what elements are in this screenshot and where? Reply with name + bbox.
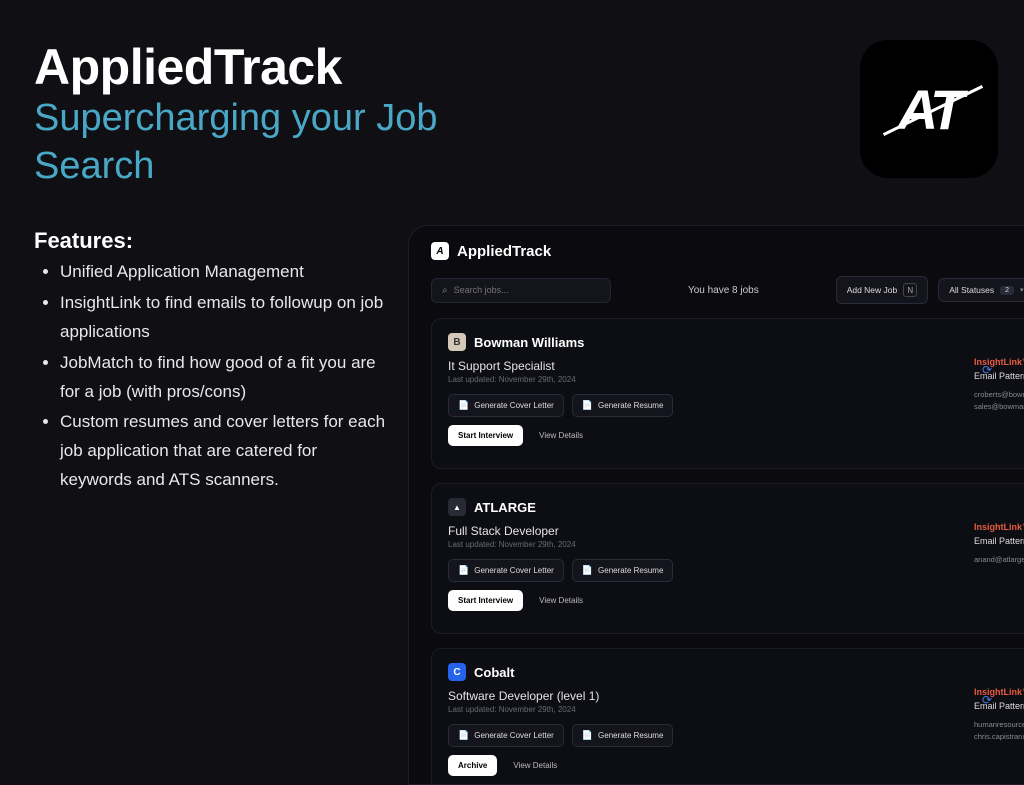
insight-email: croberts@bowmanwilliams. <box>974 389 1024 401</box>
job-updated: Last updated: November 29th, 2024 <box>448 375 1024 384</box>
job-title: Full Stack Developer <box>448 524 1024 538</box>
company-logo-icon: C <box>448 663 466 681</box>
job-card: ⚡ Ne ▲ ATLARGE Full Stack Developer Last… <box>431 483 1024 634</box>
logo-at-icon: AT <box>898 77 961 142</box>
document-icon: 📄 <box>582 730 593 741</box>
document-icon: 📄 <box>582 565 593 576</box>
search-icon: ⌕ <box>442 285 448 296</box>
generate-cover-letter-button[interactable]: 📄Generate Cover Letter <box>448 724 564 747</box>
brand-logo: AT <box>860 40 998 178</box>
add-new-job-button[interactable]: Add New Job N <box>836 276 929 304</box>
insightlink-block: InsightLink™ Email Pattern anand@atlarge… <box>974 522 1024 566</box>
insight-email: humanresources@cobalt.n <box>974 719 1024 731</box>
features-heading: Features: <box>34 228 133 254</box>
app-header: A AppliedTrack ⚡ Power <box>409 226 1024 276</box>
generate-resume-button[interactable]: 📄Generate Resume <box>572 394 674 417</box>
features-list: Unified Application Management InsightLi… <box>60 258 390 497</box>
document-icon: 📄 <box>458 565 469 576</box>
company-name: ATLARGE <box>474 500 536 515</box>
search-box[interactable]: ⌕ <box>431 278 611 303</box>
generate-cover-letter-button[interactable]: 📄Generate Cover Letter <box>448 559 564 582</box>
add-job-label: Add New Job <box>847 285 898 295</box>
search-input[interactable] <box>454 285 600 295</box>
company-logo-icon: ▲ <box>448 498 466 516</box>
status-filter-label: All Statuses <box>949 285 994 295</box>
chevron-down-icon: ▾ <box>1020 286 1024 294</box>
insight-email: sales@bowmanwilliams.co <box>974 401 1024 413</box>
email-pattern-label: Email Pattern <box>974 536 1024 546</box>
job-card: ⚡ C Cobalt Software Developer (level 1) … <box>431 648 1024 785</box>
document-icon: 📄 <box>458 400 469 411</box>
view-details-button[interactable]: View Details <box>531 590 591 611</box>
status-count: 2 <box>1000 286 1014 295</box>
insightlink-block: InsightLink™ Email Pattern croberts@bowm… <box>974 357 1024 413</box>
email-pattern-label: Email Pattern <box>974 371 1024 381</box>
job-title: Software Developer (level 1) <box>448 689 1024 703</box>
job-title: It Support Specialist <box>448 359 1024 373</box>
generate-cover-letter-button[interactable]: 📄Generate Cover Letter <box>448 394 564 417</box>
company-logo-icon: B <box>448 333 466 351</box>
insightlink-title: InsightLink™ <box>974 357 1024 367</box>
app-brand-name: AppliedTrack <box>457 243 551 260</box>
app-brand-icon: A <box>431 242 449 260</box>
document-icon: 📄 <box>458 730 469 741</box>
generate-resume-button[interactable]: 📄Generate Resume <box>572 724 674 747</box>
status-filter-dropdown[interactable]: All Statuses 2 ▾ <box>938 278 1024 302</box>
insightlink-block: InsightLink™ Email Pattern humanresource… <box>974 687 1024 743</box>
hero-subtitle: Supercharging your Job Search <box>34 95 514 190</box>
company-name: Cobalt <box>474 665 514 680</box>
job-count: You have 8 jobs <box>688 285 759 296</box>
feature-item: Custom resumes and cover letters for eac… <box>60 408 390 495</box>
hero-title: AppliedTrack <box>34 38 342 96</box>
app-brand: A AppliedTrack <box>431 242 551 260</box>
document-icon: 📄 <box>582 400 593 411</box>
generate-resume-button[interactable]: 📄Generate Resume <box>572 559 674 582</box>
job-updated: Last updated: November 29th, 2024 <box>448 540 1024 549</box>
job-card: ⚡ B Bowman Williams It Support Specialis… <box>431 318 1024 469</box>
view-details-button[interactable]: View Details <box>531 425 591 446</box>
kbd-shortcut: N <box>903 283 917 297</box>
company-name: Bowman Williams <box>474 335 584 350</box>
view-details-button[interactable]: View Details <box>505 755 565 776</box>
feature-item: InsightLink to find emails to followup o… <box>60 289 390 347</box>
start-interview-button[interactable]: Start Interview <box>448 425 523 446</box>
toolbar: ⌕ You have 8 jobs Add New Job N All Stat… <box>409 276 1024 318</box>
insightlink-title: InsightLink™ <box>974 522 1024 532</box>
feature-item: Unified Application Management <box>60 258 390 287</box>
start-interview-button[interactable]: Start Interview <box>448 590 523 611</box>
insightlink-title: InsightLink™ <box>974 687 1024 697</box>
job-updated: Last updated: November 29th, 2024 <box>448 705 1024 714</box>
email-pattern-label: Email Pattern <box>974 701 1024 711</box>
app-screenshot-panel: A AppliedTrack ⚡ Power ⌕ You have 8 jobs… <box>408 225 1024 785</box>
insight-email: anand@atlargeinc.com <box>974 554 1024 566</box>
archive-button[interactable]: Archive <box>448 755 497 776</box>
insight-email: chris.capistran@cobalt.net <box>974 731 1024 743</box>
feature-item: JobMatch to find how good of a fit you a… <box>60 349 390 407</box>
